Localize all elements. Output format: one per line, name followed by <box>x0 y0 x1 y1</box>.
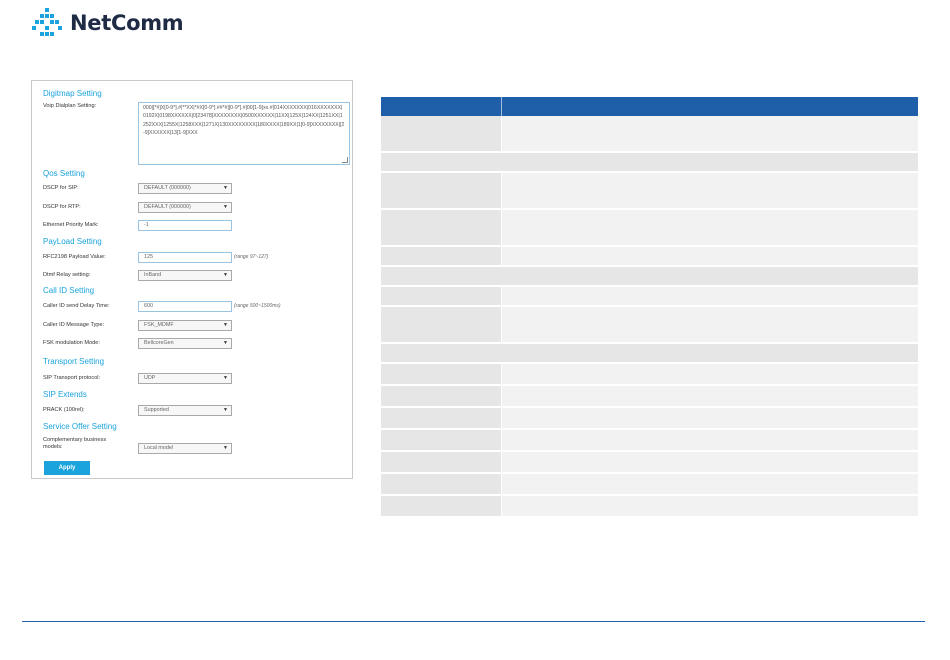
ethernet-priority-label: Ethernet Priority Mark: <box>43 222 99 228</box>
table-row <box>381 153 918 173</box>
dropdown-arrow-icon: ▼ <box>223 375 228 381</box>
dropdown-arrow-icon: ▼ <box>223 445 228 451</box>
voip-dialplan-textarea[interactable]: 000|[*#]X[0-9*].#|**XX|*#X[0-9*].##*#|[0… <box>138 102 350 165</box>
callerid-type-select[interactable]: FSK_MDMF ▼ <box>138 320 232 331</box>
callerid-delay-range-hint: (range 500~1500ms) <box>234 303 281 309</box>
callerid-delay-label: Caller ID send Delay Time: <box>43 303 110 309</box>
dropdown-arrow-icon: ▼ <box>223 322 228 328</box>
resize-grip-icon[interactable] <box>342 157 348 163</box>
table-row <box>381 173 918 210</box>
ethernet-priority-input[interactable]: -1 <box>138 220 232 231</box>
table-row <box>381 386 918 408</box>
table-row <box>381 496 918 518</box>
brand-name: NetComm <box>70 11 184 35</box>
dropdown-arrow-icon: ▼ <box>223 272 228 278</box>
dropdown-arrow-icon: ▼ <box>223 185 228 191</box>
dscp-rtp-value: DEFAULT (000000) <box>144 204 191 210</box>
section-callid: Call ID Setting <box>43 286 95 295</box>
netcomm-logo: NetComm <box>30 6 184 40</box>
table-header <box>381 97 918 116</box>
table-row <box>381 116 918 153</box>
section-digitmap: Digitmap Setting <box>43 89 102 98</box>
section-transport: Transport Setting <box>43 357 105 366</box>
dtmf-relay-select[interactable]: InBand ▼ <box>138 270 232 281</box>
table-row <box>381 344 918 364</box>
table-row <box>381 287 918 307</box>
sip-transport-select[interactable]: UDP ▼ <box>138 373 232 384</box>
sip-transport-value: UDP <box>144 375 156 381</box>
rfc2198-range-hint: (range 97~127) <box>234 254 269 260</box>
dropdown-arrow-icon: ▼ <box>223 204 228 210</box>
business-model-select[interactable]: Local model ▼ <box>138 443 232 454</box>
section-service-offer: Service Offer Setting <box>43 422 117 431</box>
sip-transport-label: SIP Transport protocol: <box>43 375 101 381</box>
dtmf-relay-label: Dtmf Relay setting: <box>43 272 91 278</box>
voip-dialplan-value: 000|[*#]X[0-9*].#|**XX|*#X[0-9*].##*#|[0… <box>143 105 345 136</box>
dtmf-relay-value: InBand <box>144 272 162 278</box>
section-payload: PayLoad Setting <box>43 237 102 246</box>
table-row <box>381 430 918 452</box>
rfc2198-input[interactable]: 125 <box>138 252 232 263</box>
prack-select[interactable]: Supported ▼ <box>138 405 232 416</box>
dscp-sip-select[interactable]: DEFAULT (000000) ▼ <box>138 183 232 194</box>
dscp-sip-value: DEFAULT (000000) <box>144 185 191 191</box>
table-row <box>381 452 918 474</box>
business-model-label-line1: Complementary business <box>43 437 107 443</box>
voip-dialplan-label: Voip Dialplan Setting: <box>43 103 97 109</box>
fsk-mode-select[interactable]: BellcoreGen ▼ <box>138 338 232 349</box>
table-row <box>381 408 918 430</box>
table-row <box>381 210 918 247</box>
prack-label: PRACK (100rel): <box>43 407 85 413</box>
dscp-sip-label: DSCP for SIP: <box>43 185 79 191</box>
fsk-mode-value: BellcoreGen <box>144 340 174 346</box>
callerid-delay-input[interactable]: 600 <box>138 301 232 312</box>
table-row <box>381 307 918 344</box>
rfc2198-label: RFC2198 Payload Value: <box>43 254 106 260</box>
section-qos: Qos Setting <box>43 169 85 178</box>
business-model-value: Local model <box>144 445 174 451</box>
table-row <box>381 364 918 386</box>
business-model-label-line2: models: <box>43 444 63 450</box>
table-row <box>381 247 918 267</box>
voip-settings-panel: Digitmap Setting Voip Dialplan Setting: … <box>31 80 353 479</box>
apply-button[interactable]: Apply <box>44 461 90 475</box>
business-model-label: Complementary business models: <box>43 437 106 451</box>
section-sip-extends: SIP Extends <box>43 390 87 399</box>
dropdown-arrow-icon: ▼ <box>223 340 228 346</box>
dropdown-arrow-icon: ▼ <box>223 407 228 413</box>
dscp-rtp-label: DSCP for RTP: <box>43 204 81 210</box>
settings-description-table <box>381 97 918 518</box>
callerid-type-label: Caller ID Message Type: <box>43 322 105 328</box>
dscp-rtp-select[interactable]: DEFAULT (000000) ▼ <box>138 202 232 213</box>
prack-value: Supported <box>144 407 169 413</box>
table-row <box>381 474 918 496</box>
fsk-mode-label: FSK modulation Mode: <box>43 340 100 346</box>
callerid-type-value: FSK_MDMF <box>144 322 174 328</box>
footer-divider <box>22 621 925 622</box>
table-row <box>381 267 918 287</box>
wifi-logo-icon <box>32 8 62 36</box>
